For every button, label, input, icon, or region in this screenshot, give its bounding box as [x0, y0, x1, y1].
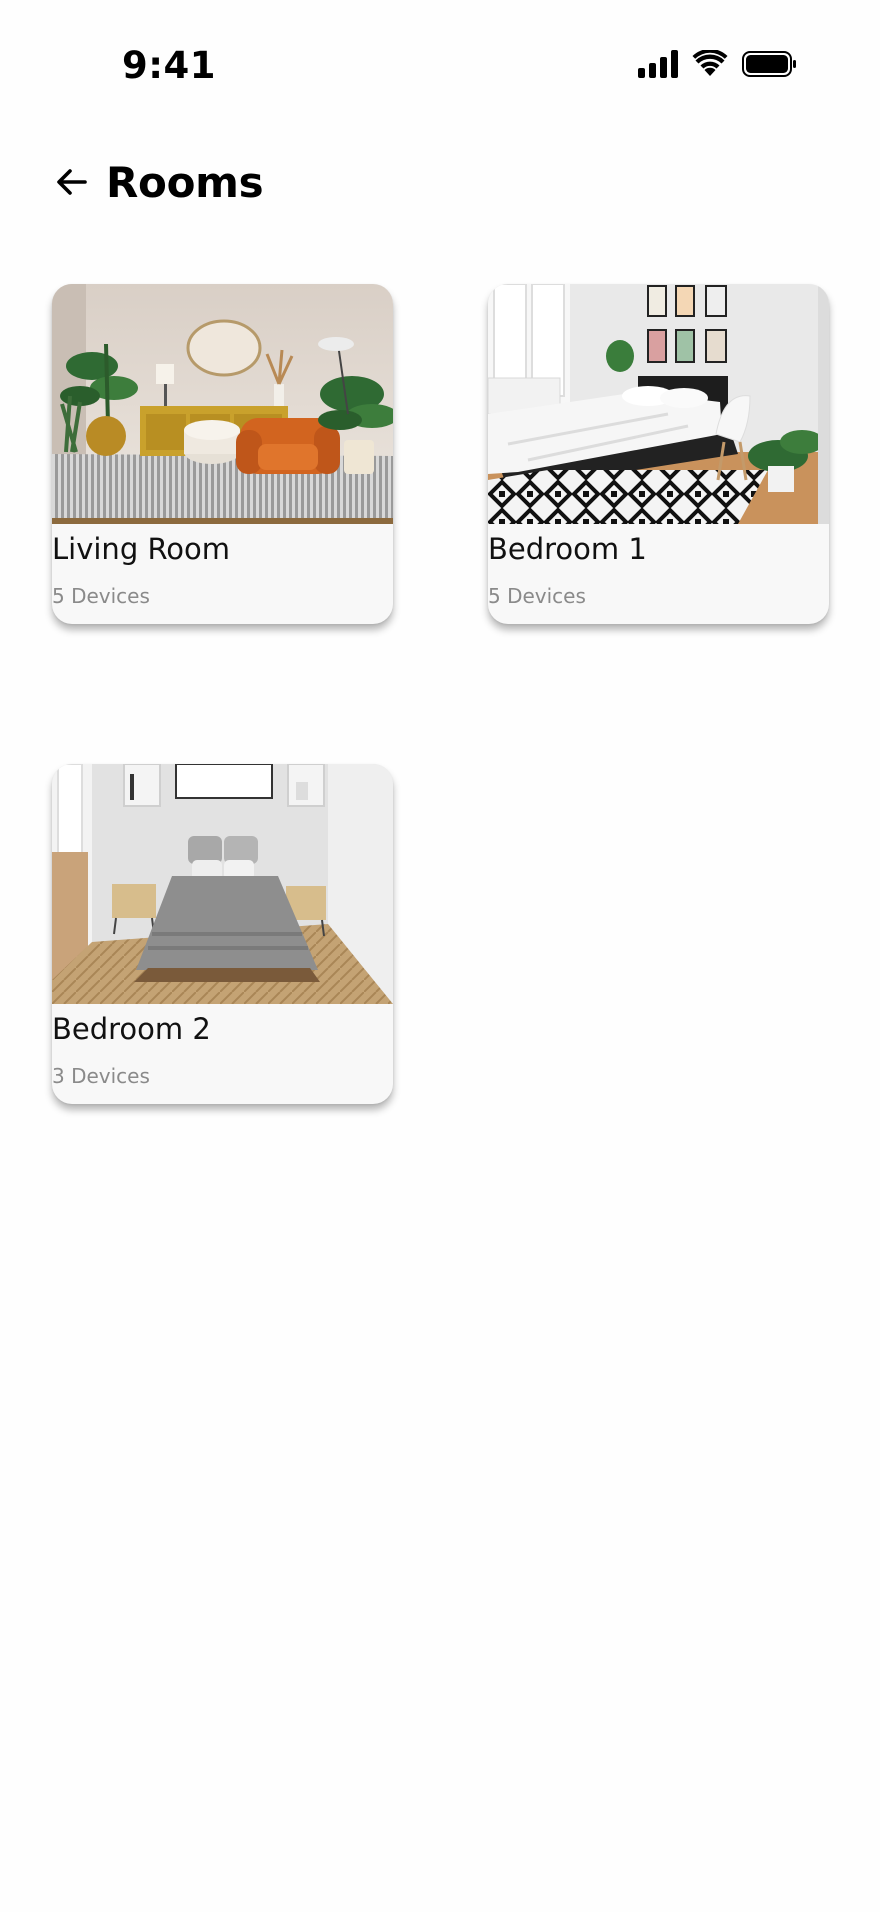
- bedroom-2-photo: [52, 764, 393, 1004]
- wifi-icon: [692, 50, 728, 76]
- status-bar: 9:41: [0, 0, 880, 130]
- room-card-living-room[interactable]: Living Room 5 Devices: [52, 284, 393, 624]
- page-title: Rooms: [106, 157, 264, 207]
- signal-icon: [638, 50, 678, 78]
- room-device-count: 5 Devices: [488, 584, 586, 608]
- room-device-count: 5 Devices: [52, 584, 150, 608]
- room-name: Living Room: [52, 532, 231, 566]
- room-card-bedroom-1[interactable]: Bedroom 1 5 Devices: [488, 284, 829, 624]
- battery-icon: [742, 51, 796, 77]
- header: Rooms: [52, 152, 264, 212]
- room-name: Bedroom 1: [488, 532, 647, 566]
- room-card-bedroom-2[interactable]: Bedroom 2 3 Devices: [52, 764, 393, 1104]
- arrow-left-icon[interactable]: [52, 162, 92, 202]
- living-room-photo: [52, 284, 393, 524]
- bedroom-1-photo: [488, 284, 829, 524]
- status-time: 9:41: [122, 44, 217, 87]
- room-device-count: 3 Devices: [52, 1064, 150, 1088]
- room-name: Bedroom 2: [52, 1012, 211, 1046]
- status-icons: [638, 50, 798, 78]
